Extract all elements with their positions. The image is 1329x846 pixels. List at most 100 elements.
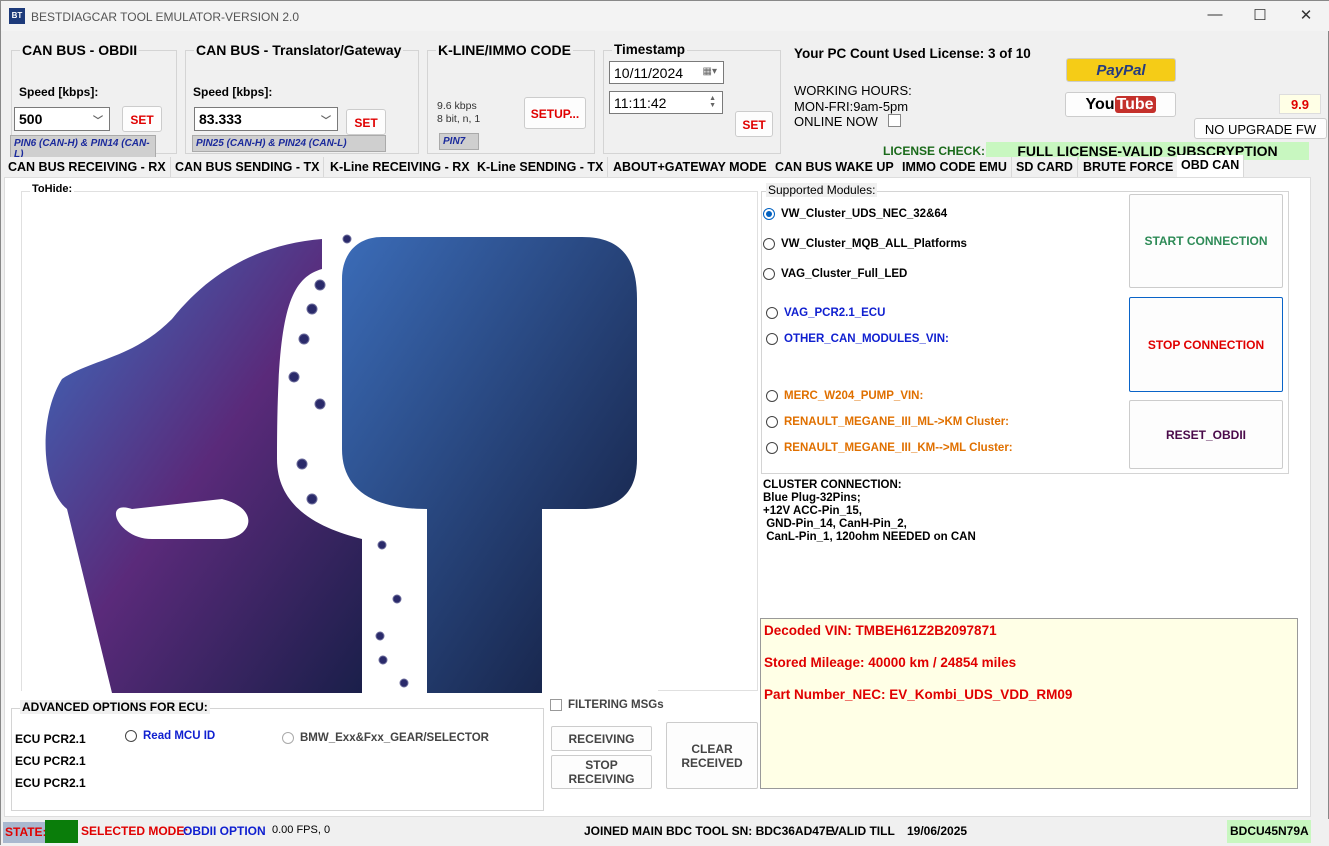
- filtering-label: FILTERING MSGs: [568, 699, 664, 712]
- module-label: VAG_PCR2.1_ECU: [784, 307, 886, 320]
- obd-set-button[interactable]: SET: [122, 106, 162, 132]
- module-radio[interactable]: VW_Cluster_MQB_ALL_Platforms: [763, 238, 967, 250]
- module-radio[interactable]: MERC_W204_PUMP_VIN:: [766, 390, 923, 402]
- module-radio[interactable]: RENAULT_MEGANE_III_ML->KM Cluster:: [766, 416, 1009, 428]
- clear-received-button[interactable]: CLEAR RECEIVED: [666, 722, 758, 789]
- kline-pin: PIN7: [439, 133, 479, 150]
- timestamp-set-button[interactable]: SET: [735, 111, 773, 137]
- ecu-label: ECU PCR2.1: [15, 754, 86, 768]
- paypal-button[interactable]: PayPal: [1066, 58, 1176, 82]
- license-count: Your PC Count Used License: 3 of 10: [794, 46, 1031, 61]
- title-bar: BT BESTDIAGCAR TOOL EMULATOR-VERSION 2.0…: [1, 1, 1329, 31]
- receiving-button[interactable]: RECEIVING: [551, 726, 652, 751]
- module-label: VW_Cluster_UDS_NEC_32&64: [781, 208, 948, 221]
- kline-format: 8 bit, n, 1: [437, 113, 481, 125]
- filtering-msgs-checkbox[interactable]: FILTERING MSGs: [550, 699, 664, 711]
- tab-item[interactable]: K-Line SENDING - TX: [473, 157, 609, 177]
- obd-speed-select[interactable]: 500 ﹀: [14, 107, 110, 131]
- bmw-gear-radio[interactable]: BMW_Exx&Fxx_GEAR/SELECTOR: [282, 732, 489, 744]
- radio-icon: [763, 208, 775, 220]
- tab-item[interactable]: OBD CAN: [1177, 155, 1245, 177]
- tohide-label: ToHide:: [30, 183, 75, 195]
- module-radio[interactable]: OTHER_CAN_MODULES_VIN:: [766, 333, 949, 345]
- advanced-options-group: ADVANCED OPTIONS FOR ECU: ECU PCR2.1 ECU…: [11, 700, 544, 811]
- decoded-output-box[interactable]: Decoded VIN: TMBEH61Z2B2097871 Stored Mi…: [760, 618, 1298, 789]
- kline-setup-button[interactable]: SETUP...: [524, 97, 586, 129]
- online-now-checkbox[interactable]: [888, 114, 901, 127]
- gateway-speed-label: Speed [kbps]:: [193, 85, 273, 99]
- tab-item[interactable]: CAN BUS WAKE UP: [771, 157, 899, 177]
- youtube-button[interactable]: You Tube: [1065, 92, 1176, 117]
- gateway-group: CAN BUS - Translator/Gateway Speed [kbps…: [185, 42, 419, 154]
- timestamp-group: Timestamp 10/11/2024 ▦▾ 11:11:42 ▲ ▼ SET: [603, 42, 781, 154]
- reset-obdii-button[interactable]: RESET_OBDII: [1129, 400, 1283, 469]
- gateway-title: CAN BUS - Translator/Gateway: [194, 42, 404, 58]
- window-title: BESTDIAGCAR TOOL EMULATOR-VERSION 2.0: [31, 10, 300, 24]
- close-button[interactable]: ✕: [1296, 6, 1316, 24]
- cluster-line: GND-Pin_14, CanH-Pin_2,: [763, 518, 907, 530]
- radio-icon: [766, 416, 778, 428]
- tab-item[interactable]: ABOUT+GATEWAY MODE: [609, 157, 772, 177]
- stop-receiving-button[interactable]: STOP RECEIVING: [551, 755, 652, 789]
- date-value: 10/11/2024: [614, 65, 684, 81]
- obd-title: CAN BUS - OBDII: [20, 42, 140, 58]
- module-radio[interactable]: RENAULT_MEGANE_III_KM-->ML Cluster:: [766, 442, 1013, 454]
- radio-icon: [763, 268, 775, 280]
- read-mcu-id-radio[interactable]: Read MCU ID: [125, 730, 215, 742]
- radio-icon: [282, 732, 294, 744]
- radio-icon: [125, 730, 137, 742]
- start-connection-button[interactable]: START CONNECTION: [1129, 194, 1283, 288]
- tab-item[interactable]: CAN BUS RECEIVING - RX: [4, 157, 171, 177]
- maximize-button[interactable]: ☐: [1250, 6, 1270, 24]
- cluster-line: CLUSTER CONNECTION:: [763, 479, 902, 491]
- tab-item[interactable]: SD CARD: [1012, 157, 1078, 177]
- module-radio[interactable]: VAG_Cluster_Full_LED: [763, 268, 907, 280]
- modules-title: Supported Modules:: [766, 183, 878, 197]
- gateway-speed-value: 83.333: [199, 111, 242, 127]
- valid-till-date: 19/06/2025: [907, 824, 968, 838]
- tab-item[interactable]: IMMO CODE EMU: [898, 157, 1012, 177]
- chevron-down-icon: ﹀: [321, 116, 331, 127]
- artwork-image: [22, 209, 658, 693]
- module-radio[interactable]: VW_Cluster_UDS_NEC_32&64: [763, 208, 947, 220]
- cluster-connection-info: CLUSTER CONNECTION: Blue Plug-32Pins; +1…: [763, 479, 976, 544]
- no-upgrade-fw-button[interactable]: NO UPGRADE FW: [1194, 118, 1327, 139]
- app-logo: BT: [9, 8, 25, 24]
- selected-mode-label: SELECTED MODE:: [81, 824, 189, 838]
- date-picker[interactable]: 10/11/2024 ▦▾: [609, 61, 724, 84]
- online-now-label: ONLINE NOW: [794, 114, 878, 129]
- obd-group: CAN BUS - OBDII Speed [kbps]: 500 ﹀ SET P…: [10, 42, 177, 163]
- bmw-label: BMW_Exx&Fxx_GEAR/SELECTOR: [300, 732, 489, 745]
- status-bar: STATE: SELECTED MODE: OBDII OPTION 0.00 …: [1, 819, 1329, 846]
- tab-item[interactable]: CAN BUS SENDING - TX: [171, 157, 325, 177]
- radio-icon: [766, 390, 778, 402]
- kline-baud: 9.6 kbps: [437, 100, 477, 112]
- cluster-line: +12V ACC-Pin_15,: [763, 505, 862, 517]
- cluster-line: CanL-Pin_1, 120ohm NEEDED on CAN: [763, 531, 976, 543]
- module-label: OTHER_CAN_MODULES_VIN:: [784, 333, 949, 346]
- time-value: 11:11:42: [614, 95, 667, 111]
- ecu-label: ECU PCR2.1: [15, 776, 86, 790]
- module-radio[interactable]: VAG_PCR2.1_ECU: [766, 307, 885, 319]
- calendar-icon: ▦▾: [702, 66, 717, 77]
- obd-speed-value: 500: [19, 111, 43, 127]
- tab-item[interactable]: BRUTE FORCE: [1079, 157, 1179, 177]
- spinner-icon[interactable]: ▲ ▼: [709, 95, 716, 109]
- timestamp-title: Timestamp: [612, 42, 688, 57]
- module-label: VAG_Cluster_Full_LED: [781, 268, 908, 281]
- fps-readout: 0.00 FPS, 0: [272, 824, 331, 836]
- youtube-you: You: [1085, 96, 1115, 113]
- stored-mileage: Stored Mileage: 40000 km / 24854 miles: [764, 655, 1017, 670]
- decoded-vin: Decoded VIN: TMBEH61Z2B2097871: [764, 623, 997, 638]
- tab-item[interactable]: K-Line RECEIVING - RX: [326, 157, 475, 177]
- gateway-set-button[interactable]: SET: [346, 109, 386, 135]
- gateway-speed-select[interactable]: 83.333 ﹀: [194, 107, 338, 131]
- module-label: RENAULT_MEGANE_III_KM-->ML Cluster:: [784, 442, 1013, 455]
- stop-connection-button[interactable]: STOP CONNECTION: [1129, 297, 1283, 392]
- obd-speed-label: Speed [kbps]:: [19, 85, 99, 99]
- minimize-button[interactable]: —: [1205, 6, 1225, 23]
- youtube-tube: Tube: [1114, 96, 1156, 113]
- chevron-down-icon: ﹀: [93, 116, 103, 127]
- radio-icon: [766, 307, 778, 319]
- time-picker[interactable]: 11:11:42 ▲ ▼: [609, 91, 723, 114]
